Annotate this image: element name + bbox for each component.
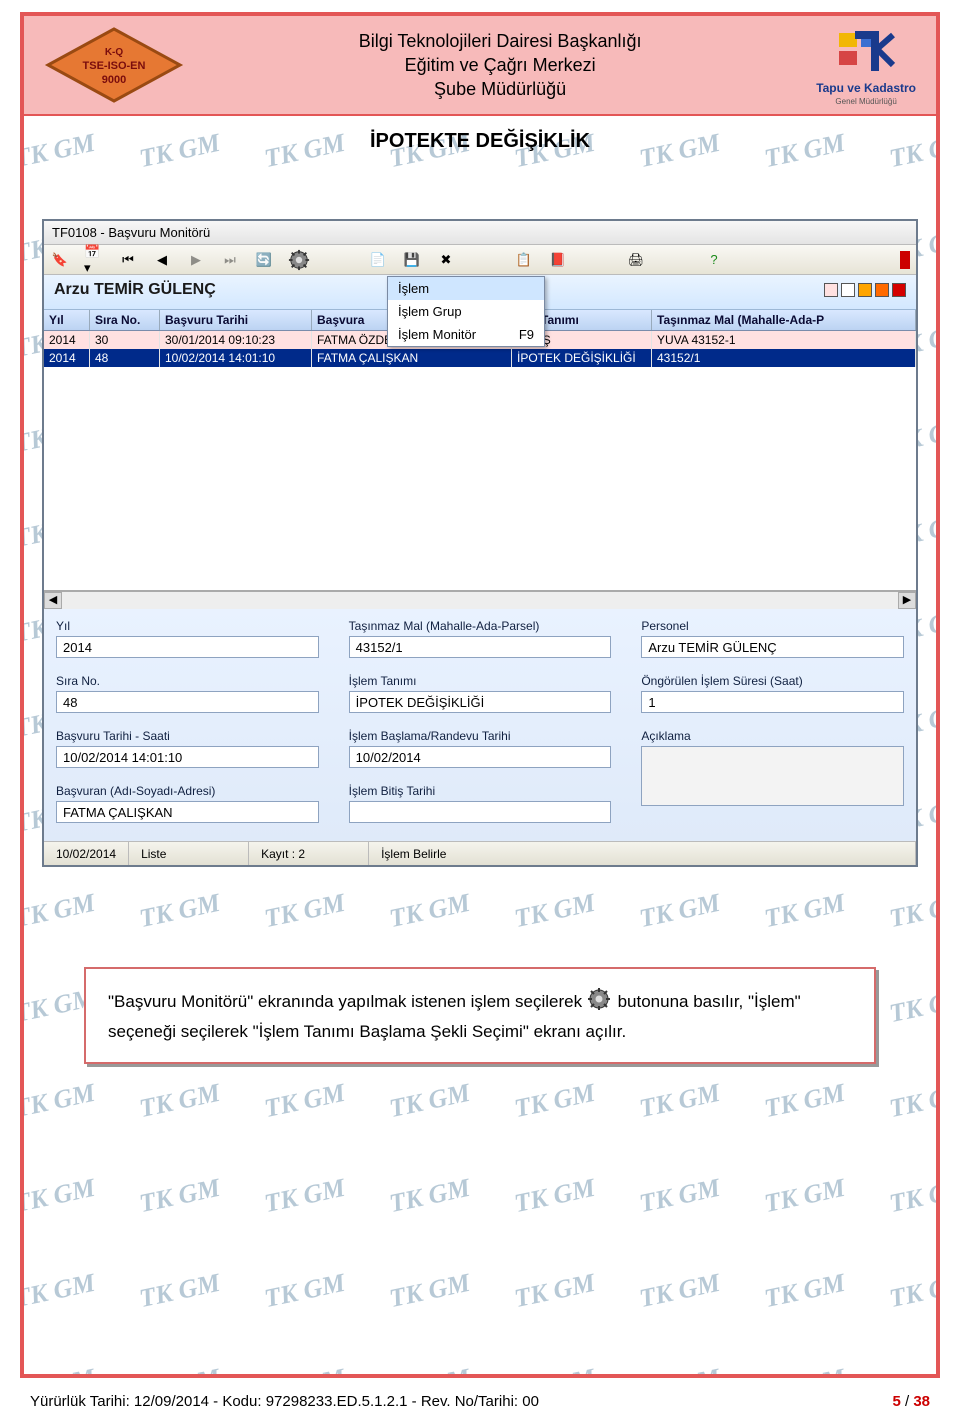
- input-basvurutarih[interactable]: 10/02/2014 14:01:10: [56, 746, 319, 768]
- header-titles: Bilgi Teknolojileri Dairesi Başkanlığı E…: [184, 29, 816, 102]
- book-icon[interactable]: 📕: [548, 250, 568, 270]
- status-mode: Liste: [129, 842, 249, 865]
- horizontal-scrollbar[interactable]: ◀ ▶: [44, 591, 916, 609]
- page-header: K-Q TSE-ISO-EN 9000 Bilgi Teknolojileri …: [24, 16, 936, 116]
- header-line3: Şube Müdürlüğü: [184, 77, 816, 101]
- nav-first-icon[interactable]: ⏮: [118, 250, 138, 270]
- right-logo-text: Tapu ve Kadastro: [816, 81, 916, 95]
- gear-dropdown: İşlem İşlem Grup İşlem MonitörF9: [387, 276, 545, 347]
- save-icon[interactable]: 💾: [402, 250, 422, 270]
- nav-prev-icon[interactable]: ◀: [152, 250, 172, 270]
- menu-islem-monitor[interactable]: İşlem MonitörF9: [388, 323, 544, 346]
- input-aciklama[interactable]: [641, 746, 904, 806]
- exit-icon[interactable]: [900, 251, 910, 269]
- field-personel: Personel Arzu TEMİR GÜLENÇ: [641, 619, 904, 658]
- footer-left: Yürürlük Tarihi: 12/09/2014 - Kodu: 9729…: [30, 1393, 539, 1410]
- menu-islem[interactable]: İşlem: [388, 277, 544, 300]
- table-row[interactable]: 2014 48 10/02/2014 14:01:10 FATMA ÇALIŞK…: [44, 349, 916, 367]
- app-window: TF0108 - Başvuru Monitörü 🔖 📅▾ ⏮ ◀ ▶ ⏭ 🔄…: [42, 219, 918, 867]
- nav-last-icon[interactable]: ⏭: [220, 250, 240, 270]
- input-personel[interactable]: Arzu TEMİR GÜLENÇ: [641, 636, 904, 658]
- calendar-icon[interactable]: 📅▾: [84, 250, 104, 270]
- svg-text:9000: 9000: [102, 74, 126, 86]
- input-bitis[interactable]: [349, 801, 612, 823]
- field-sure: Öngörülen İşlem Süresi (Saat) 1: [641, 674, 904, 713]
- left-logo: K-Q TSE-ISO-EN 9000: [44, 25, 184, 105]
- delete-icon[interactable]: ✖: [436, 250, 456, 270]
- field-islemtanimi: İşlem Tanımı İPOTEK DEĞİŞİKLİĞİ: [349, 674, 612, 713]
- toolbar: 🔖 📅▾ ⏮ ◀ ▶ ⏭ 🔄 📄 💾 ✖ 📋 📕 🖨 ?: [44, 245, 916, 275]
- copy-icon[interactable]: 📄: [368, 250, 388, 270]
- field-basvurutarih: Başvuru Tarihi - Saati 10/02/2014 14:01:…: [56, 729, 319, 768]
- right-logo-sub: Genel Müdürlüğü: [835, 97, 896, 106]
- col-sira[interactable]: Sıra No.: [90, 310, 160, 330]
- input-basvuran[interactable]: FATMA ÇALIŞKAN: [56, 801, 319, 823]
- right-logo: Tapu ve Kadastro Genel Müdürlüğü: [816, 25, 916, 106]
- detail-form: Yıl 2014 Taşınmaz Mal (Mahalle-Ada-Parse…: [44, 609, 916, 841]
- field-randevu: İşlem Başlama/Randevu Tarihi 10/02/2014: [349, 729, 612, 768]
- user-name: Arzu TEMİR GÜLENÇ: [54, 281, 216, 299]
- list-icon[interactable]: 📋: [514, 250, 534, 270]
- col-yil[interactable]: Yıl: [44, 310, 90, 330]
- field-sira: Sıra No. 48: [56, 674, 319, 713]
- window-title: TF0108 - Başvuru Monitörü: [44, 221, 916, 245]
- field-bitis: İşlem Bitiş Tarihi: [349, 784, 612, 823]
- gear-icon[interactable]: [288, 249, 310, 271]
- status-count: Kayıt : 2: [249, 842, 369, 865]
- note-text-a: "Başvuru Monitörü" ekranında yapılmak is…: [108, 992, 587, 1011]
- status-hint: İşlem Belirle: [369, 842, 916, 865]
- menu-islem-grup[interactable]: İşlem Grup: [388, 300, 544, 323]
- svg-text:TSE-ISO-EN: TSE-ISO-EN: [83, 60, 146, 72]
- field-aciklama: Açıklama: [641, 729, 904, 823]
- page-footer: Yürürlük Tarihi: 12/09/2014 - Kodu: 9729…: [30, 1393, 930, 1410]
- grid-body[interactable]: 2014 30 30/01/2014 09:10:23 FATMA ÖZDEMİ…: [44, 331, 916, 591]
- input-tasinmaz[interactable]: 43152/1: [349, 636, 612, 658]
- scroll-left-icon[interactable]: ◀: [44, 592, 62, 609]
- field-tasinmaz: Taşınmaz Mal (Mahalle-Ada-Parsel) 43152/…: [349, 619, 612, 658]
- scroll-right-icon[interactable]: ▶: [898, 592, 916, 609]
- app-icon: 🔖: [50, 250, 70, 270]
- print-icon[interactable]: 🖨: [626, 250, 646, 270]
- input-islemtanimi[interactable]: İPOTEK DEĞİŞİKLİĞİ: [349, 691, 612, 713]
- refresh-icon[interactable]: 🔄: [254, 250, 274, 270]
- input-sure[interactable]: 1: [641, 691, 904, 713]
- header-line2: Eğitim ve Çağrı Merkezi: [184, 53, 816, 77]
- input-randevu[interactable]: 10/02/2014: [349, 746, 612, 768]
- nav-next-icon[interactable]: ▶: [186, 250, 206, 270]
- document-title: İPOTEKTE DEĞİŞİKLİK: [24, 116, 936, 159]
- col-tasinmaz[interactable]: Taşınmaz Mal (Mahalle-Ada-P: [652, 310, 916, 330]
- footer-page: 5 / 38: [892, 1393, 930, 1410]
- status-bar: 10/02/2014 Liste Kayıt : 2 İşlem Belirle: [44, 841, 916, 865]
- input-sira[interactable]: 48: [56, 691, 319, 713]
- swatch-5: [892, 283, 906, 297]
- swatch-1: [824, 283, 838, 297]
- help-icon[interactable]: ?: [704, 250, 724, 270]
- status-date: 10/02/2014: [44, 842, 129, 865]
- instruction-note: "Başvuru Monitörü" ekranında yapılmak is…: [84, 967, 876, 1064]
- header-line1: Bilgi Teknolojileri Dairesi Başkanlığı: [184, 29, 816, 53]
- field-basvuran: Başvuran (Adı-Soyadı-Adresi) FATMA ÇALIŞ…: [56, 784, 319, 823]
- gear-icon-inline: [587, 987, 613, 1019]
- col-tarih[interactable]: Başvuru Tarihi: [160, 310, 312, 330]
- swatch-4: [875, 283, 889, 297]
- field-yil: Yıl 2014: [56, 619, 319, 658]
- swatch-2: [841, 283, 855, 297]
- input-yil[interactable]: 2014: [56, 636, 319, 658]
- svg-text:K-Q: K-Q: [105, 47, 124, 58]
- swatch-3: [858, 283, 872, 297]
- color-swatches: [824, 283, 906, 297]
